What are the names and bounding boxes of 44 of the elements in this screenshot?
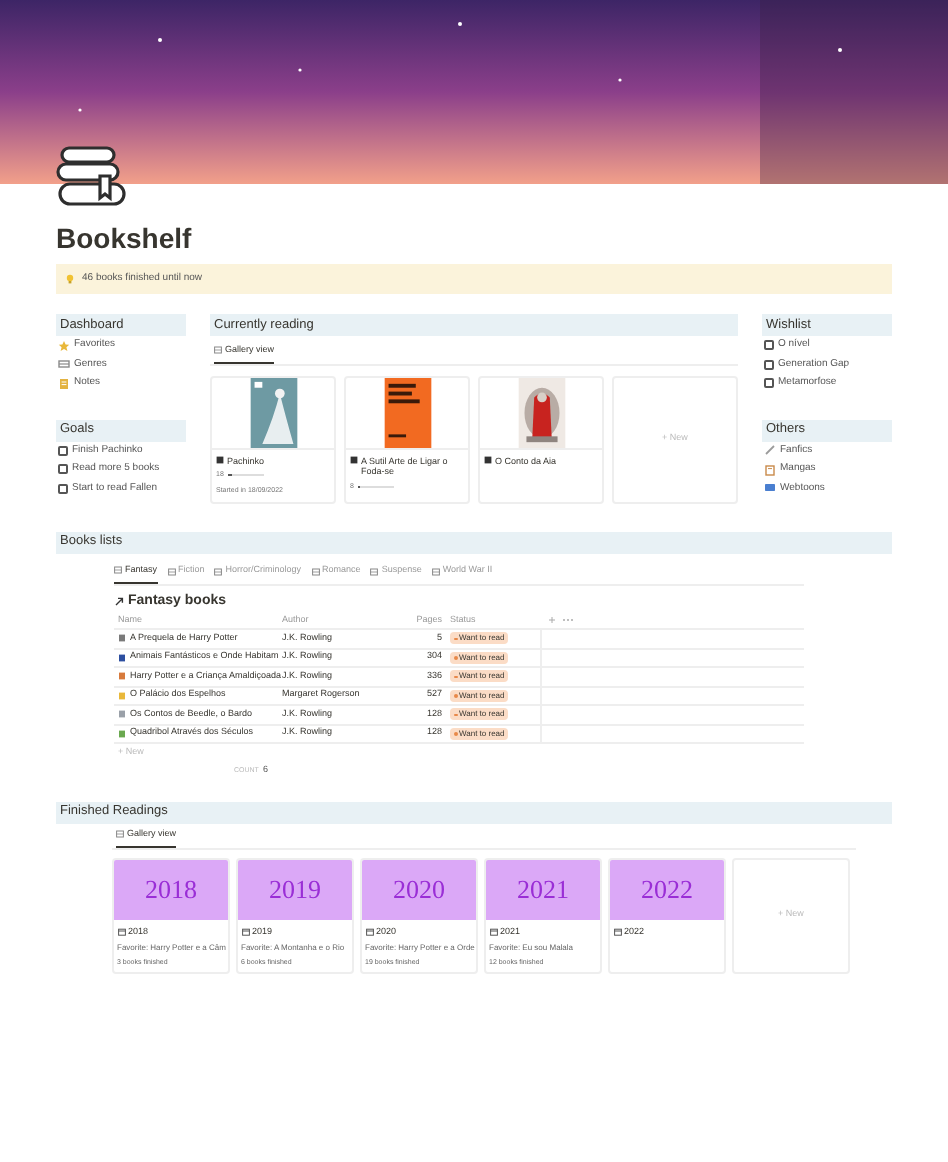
table-icon bbox=[214, 567, 223, 576]
pen-icon bbox=[764, 444, 776, 457]
table-icon bbox=[214, 346, 222, 355]
checkbox[interactable] bbox=[58, 464, 68, 475]
books-icon bbox=[56, 144, 128, 212]
year-cover: 2021 bbox=[486, 859, 600, 919]
checkbox[interactable] bbox=[764, 378, 774, 389]
table-icon bbox=[114, 566, 122, 575]
book-icon bbox=[118, 729, 126, 738]
calendar-icon bbox=[365, 927, 373, 936]
checkbox[interactable] bbox=[764, 359, 774, 370]
table-icon bbox=[167, 567, 176, 576]
calendar-icon bbox=[489, 927, 497, 936]
checkbox[interactable] bbox=[764, 340, 774, 351]
book-icon bbox=[118, 634, 126, 643]
star-icon bbox=[58, 339, 70, 352]
checkbox[interactable] bbox=[58, 483, 68, 494]
year-cover: 2019 bbox=[238, 859, 352, 919]
book-icon bbox=[764, 463, 776, 476]
screen-icon bbox=[764, 482, 776, 495]
book-icon bbox=[118, 710, 126, 719]
book-icon bbox=[118, 672, 126, 681]
calendar-icon bbox=[613, 927, 621, 936]
table-icon bbox=[431, 567, 440, 576]
book-icon bbox=[118, 653, 126, 662]
year-cover: 2022 bbox=[610, 859, 724, 919]
add-icon bbox=[548, 616, 556, 624]
arrow-icon bbox=[114, 596, 124, 607]
bulb-icon bbox=[66, 274, 74, 284]
calendar-icon bbox=[117, 927, 125, 936]
table-icon bbox=[370, 567, 379, 576]
table-icon bbox=[116, 830, 124, 839]
book-icon bbox=[216, 456, 224, 465]
year-cover: 2020 bbox=[362, 859, 476, 919]
shelf-icon bbox=[58, 358, 70, 371]
note-icon bbox=[58, 377, 70, 390]
book-icon bbox=[484, 456, 492, 465]
page-title: Bookshelf bbox=[56, 222, 194, 254]
year-cover: 2018 bbox=[114, 859, 228, 919]
table-icon bbox=[311, 567, 320, 576]
checkbox[interactable] bbox=[58, 445, 68, 456]
calendar-icon bbox=[241, 927, 249, 936]
book-icon bbox=[350, 456, 358, 465]
book-icon bbox=[118, 691, 126, 700]
